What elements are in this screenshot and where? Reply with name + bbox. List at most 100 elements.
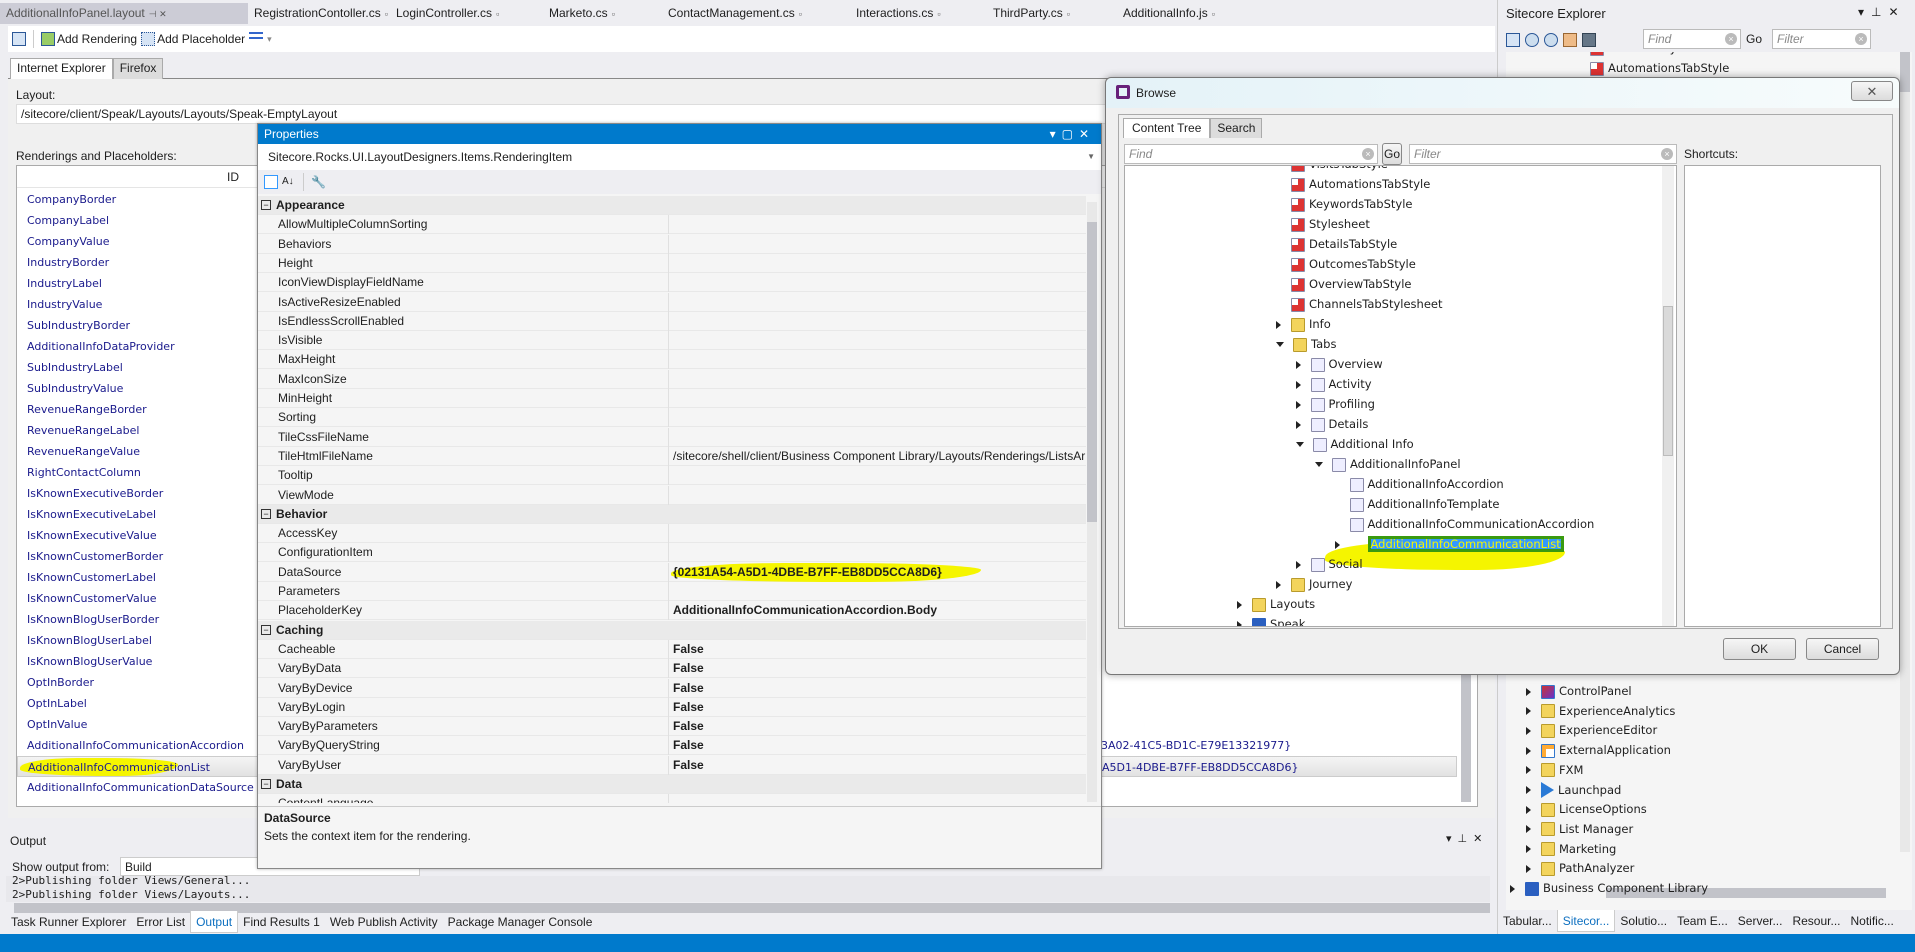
back-icon[interactable] bbox=[1525, 33, 1539, 47]
close-button[interactable]: ✕ bbox=[1851, 81, 1893, 101]
expand-arrow-icon[interactable] bbox=[1526, 864, 1531, 873]
expand-arrow-icon[interactable] bbox=[1334, 540, 1340, 549]
add-connection-icon[interactable] bbox=[1582, 33, 1596, 47]
collapse-icon[interactable]: − bbox=[261, 200, 271, 210]
property-value[interactable]: False bbox=[668, 697, 1086, 717]
pin-icon[interactable]: ▫ bbox=[937, 9, 940, 19]
content-tree-item[interactable]: AdditionalInfoPanel bbox=[1315, 454, 1461, 474]
content-tree-item[interactable]: ChannelsTabStylesheet bbox=[1276, 294, 1443, 314]
id-column-header[interactable]: ID bbox=[227, 170, 239, 184]
expand-arrow-icon[interactable] bbox=[1295, 560, 1301, 569]
explorer-tree-item[interactable]: LicenseOptions bbox=[1526, 799, 1647, 819]
layout-icon[interactable] bbox=[12, 32, 26, 46]
content-tree-item[interactable]: AutomationsTabStyle bbox=[1276, 174, 1430, 194]
document-tab[interactable]: Marketo.cs ▫ bbox=[543, 3, 621, 24]
property-row[interactable]: IsVisible bbox=[258, 331, 1086, 351]
property-row[interactable]: MaxHeight bbox=[258, 350, 1086, 370]
properties-window-controls[interactable]: ▾▢✕ bbox=[1050, 124, 1095, 144]
explorer-tree-item[interactable]: List Manager bbox=[1526, 819, 1633, 839]
object-selector[interactable]: Sitecore.Rocks.UI.LayoutDesigners.Items.… bbox=[258, 144, 1101, 170]
property-value[interactable] bbox=[668, 427, 1086, 447]
document-tab[interactable]: AdditionalInfo.js ▫ bbox=[1117, 3, 1221, 24]
property-value[interactable] bbox=[668, 253, 1086, 273]
add-placeholder-button[interactable]: Add Placeholder bbox=[141, 32, 245, 46]
property-value[interactable] bbox=[668, 485, 1086, 505]
bottom-tab[interactable]: Error List bbox=[131, 911, 190, 933]
explorer-tree-item[interactable]: ExperienceAnalytics bbox=[1526, 701, 1675, 721]
document-tab[interactable]: LoginController.cs ▫ bbox=[390, 3, 505, 24]
pin-icon[interactable]: ▫ bbox=[496, 9, 499, 19]
property-row[interactable]: TileCssFileName bbox=[258, 427, 1086, 447]
clear-icon[interactable]: × bbox=[1362, 148, 1374, 160]
content-tree-item[interactable]: AdditionalInfoAccordion bbox=[1335, 474, 1504, 494]
add-rendering-button[interactable]: Add Rendering bbox=[41, 32, 137, 46]
layout-path-field[interactable]: /sitecore/client/Speak/Layouts/Layouts/S… bbox=[16, 104, 1116, 124]
explorer-tree-item[interactable]: AutomationsTabStyle bbox=[1590, 58, 1729, 78]
property-value[interactable]: False bbox=[668, 717, 1086, 737]
content-tree-item[interactable]: AdditionalInfoCommunicationList bbox=[1324, 534, 1565, 570]
content-tree-item[interactable]: KeywordsTabStyle bbox=[1276, 194, 1412, 214]
expand-arrow-icon[interactable] bbox=[1276, 320, 1281, 329]
property-row[interactable]: VaryByParameters False bbox=[258, 717, 1086, 737]
property-value[interactable]: False bbox=[668, 755, 1086, 775]
expand-arrow-icon[interactable] bbox=[1526, 805, 1531, 814]
property-row[interactable]: PlaceholderKey AdditionalInfoCommunicatio… bbox=[258, 601, 1086, 621]
property-value[interactable] bbox=[668, 234, 1086, 254]
content-tree-item[interactable]: Speak bbox=[1237, 614, 1305, 626]
document-tab[interactable]: RegistrationContoller.cs ▫ bbox=[248, 3, 394, 24]
property-row[interactable]: Height bbox=[258, 253, 1086, 273]
property-row[interactable]: ViewMode bbox=[258, 485, 1086, 505]
explorer-filter-input[interactable]: Filter × bbox=[1772, 29, 1871, 49]
property-row[interactable]: IsActiveResizeEnabled bbox=[258, 292, 1086, 312]
explorer-tab[interactable]: Tabular... bbox=[1498, 910, 1557, 932]
browse-find-input[interactable]: Find × bbox=[1124, 144, 1378, 164]
property-row[interactable]: Tooltip bbox=[258, 466, 1086, 486]
content-tree-item[interactable]: Activity bbox=[1295, 374, 1372, 394]
property-value[interactable]: False bbox=[668, 736, 1086, 756]
clear-icon[interactable]: × bbox=[1661, 148, 1673, 160]
document-tab[interactable]: ContactManagement.cs ▫ bbox=[662, 3, 808, 24]
properties-title-bar[interactable]: Properties ▾▢✕ bbox=[258, 124, 1101, 144]
output-window-controls[interactable]: ▾⊥✕ bbox=[1446, 832, 1488, 845]
collapse-arrow-icon[interactable] bbox=[1315, 462, 1323, 467]
explorer-tree-item[interactable]: Business Component Library bbox=[1510, 878, 1708, 898]
property-value[interactable]: /sitecore/shell/client/Business Componen… bbox=[668, 446, 1086, 466]
home-icon[interactable] bbox=[1563, 33, 1577, 47]
property-row[interactable]: Parameters bbox=[258, 582, 1086, 601]
bottom-tab[interactable]: Web Publish Activity bbox=[325, 911, 443, 933]
content-tree-item[interactable]: Profiling bbox=[1295, 394, 1375, 414]
explorer-tab[interactable]: Server... bbox=[1733, 910, 1788, 932]
property-value[interactable] bbox=[668, 466, 1086, 486]
content-tree-item[interactable]: DetailsTabStyle bbox=[1276, 234, 1397, 254]
content-tree-item[interactable]: Additional Info bbox=[1295, 434, 1414, 454]
bottom-tab[interactable]: Package Manager Console bbox=[443, 911, 598, 933]
bottom-tab[interactable]: Task Runner Explorer bbox=[6, 911, 131, 933]
property-value[interactable] bbox=[668, 794, 1086, 803]
property-row[interactable]: VaryByDevice False bbox=[258, 678, 1086, 698]
property-row[interactable]: TileHtmlFileName/sitecore/shell/client/B… bbox=[258, 446, 1086, 466]
explorer-tab[interactable]: Resour... bbox=[1787, 910, 1845, 932]
tab-internet-explorer[interactable]: Internet Explorer bbox=[10, 58, 113, 79]
property-row[interactable]: VaryByLogin False bbox=[258, 697, 1086, 717]
content-tree-item[interactable]: Stylesheet bbox=[1276, 214, 1370, 234]
toolbar-overflow-icon[interactable]: ▾ bbox=[267, 34, 272, 45]
categorized-icon[interactable] bbox=[264, 175, 278, 189]
document-tab[interactable]: ThirdParty.cs ▫ bbox=[987, 3, 1076, 24]
expand-arrow-icon[interactable] bbox=[1526, 766, 1531, 775]
explorer-go-button[interactable]: Go bbox=[1746, 32, 1762, 46]
property-value[interactable]: False bbox=[668, 678, 1086, 698]
property-value[interactable] bbox=[668, 408, 1086, 428]
property-value[interactable] bbox=[668, 331, 1086, 351]
expand-arrow-icon[interactable] bbox=[1295, 380, 1301, 389]
expand-arrow-icon[interactable] bbox=[1526, 746, 1531, 755]
property-value[interactable] bbox=[668, 582, 1086, 601]
pin-icon[interactable]: ▫ bbox=[1212, 9, 1215, 19]
expand-arrow-icon[interactable] bbox=[1526, 726, 1531, 735]
collapse-icon[interactable]: − bbox=[261, 779, 271, 789]
property-row[interactable]: VaryByUser False bbox=[258, 755, 1086, 775]
clear-icon[interactable]: × bbox=[1855, 33, 1867, 45]
expand-arrow-icon[interactable] bbox=[1237, 600, 1242, 609]
content-tree-item[interactable]: OutcomesTabStyle bbox=[1276, 254, 1416, 274]
explorer-vertical-scrollbar[interactable] bbox=[1900, 52, 1910, 852]
pin-icon[interactable]: ▫ bbox=[385, 9, 388, 19]
